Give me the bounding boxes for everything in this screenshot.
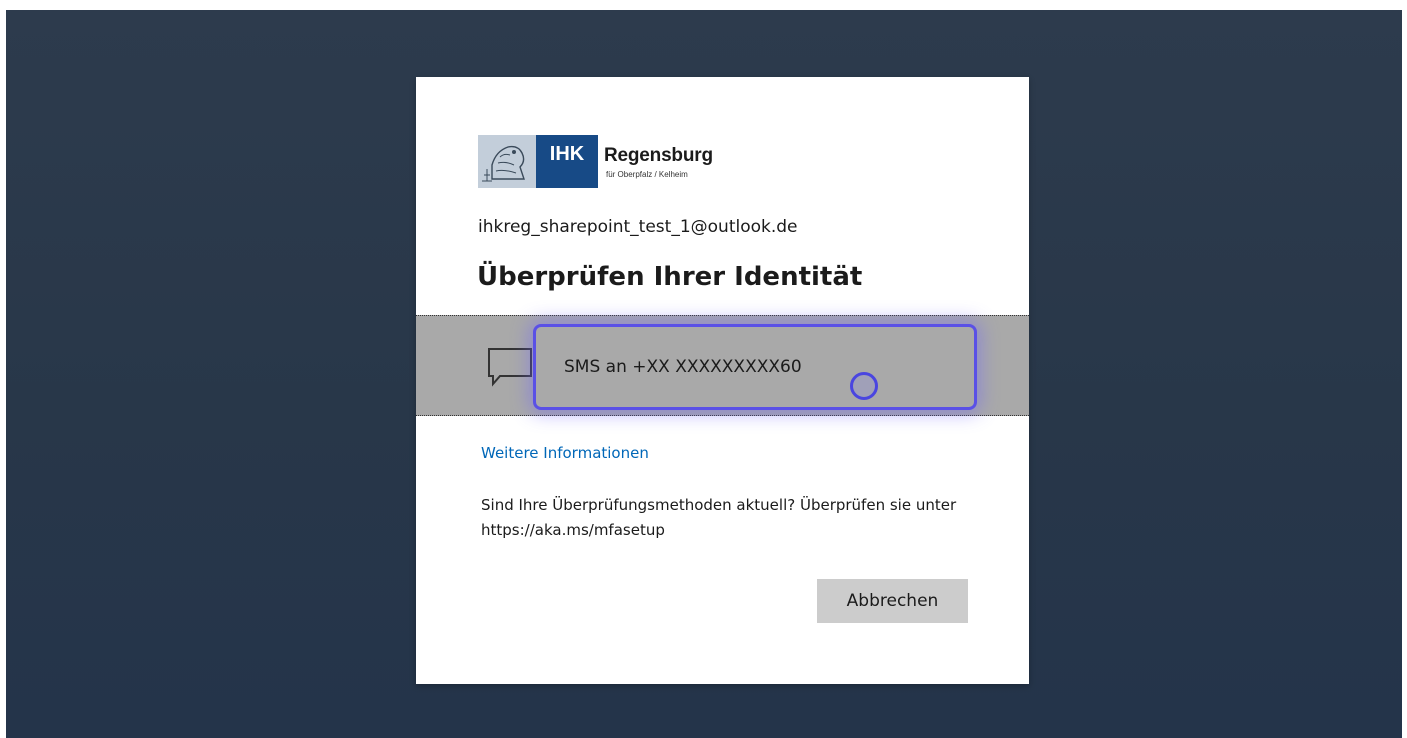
lion-crest-icon: [478, 135, 536, 188]
cancel-button[interactable]: Abbrechen: [817, 579, 968, 623]
account-email: ihkreg_sharepoint_test_1@outlook.de: [478, 217, 798, 237]
logo-subtitle: für Oberpfalz / Kelheim: [606, 170, 688, 179]
verification-option-row[interactable]: SMS an +XX XXXXXXXXX60: [416, 315, 1029, 416]
page-title: Überprüfen Ihrer Identität: [477, 262, 863, 292]
pointer-indicator: [850, 372, 878, 400]
mfa-hint-text: Sind Ihre Überprüfungsmethoden aktuell? …: [481, 496, 957, 539]
sms-option-button[interactable]: SMS an +XX XXXXXXXXX60: [533, 324, 977, 410]
logo-mark: IHK: [536, 135, 598, 188]
ihk-logo: IHK Regensburg für Oberpfalz / Kelheim: [478, 135, 713, 188]
verification-dialog: IHK Regensburg für Oberpfalz / Kelheim i…: [416, 77, 1029, 684]
logo-name: Regensburg: [604, 145, 713, 166]
more-info-link[interactable]: Weitere Informationen: [481, 444, 649, 462]
chat-bubble-icon: [486, 346, 534, 390]
sms-option-label: SMS an +XX XXXXXXXXX60: [564, 357, 802, 377]
